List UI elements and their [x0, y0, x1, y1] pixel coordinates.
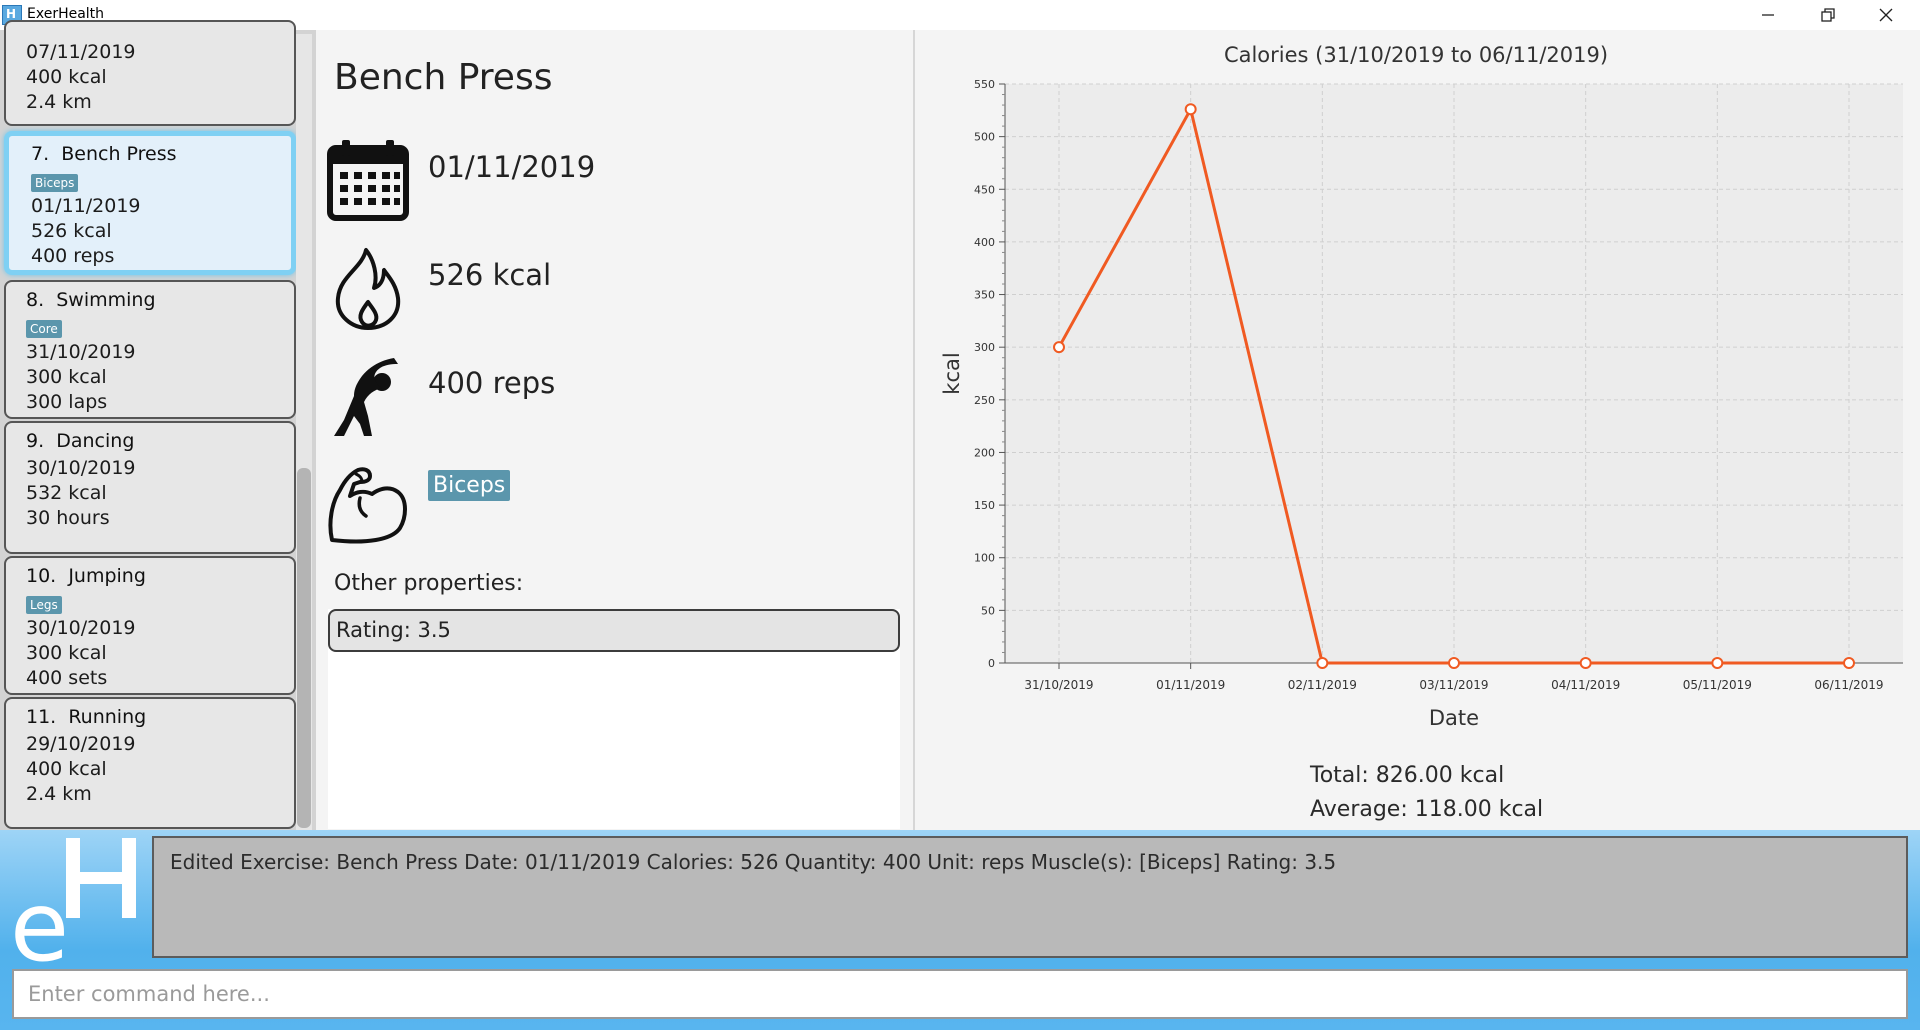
x-tick-label: 05/11/2019	[1683, 678, 1752, 692]
detail-title: Bench Press	[334, 57, 553, 98]
exercise-quantity: 400 reps	[31, 245, 115, 267]
list-item-selected[interactable]: 7. Bench Press Biceps 01/11/2019 526 kca…	[4, 131, 296, 275]
data-point	[1053, 341, 1065, 354]
result-display: Edited Exercise: Bench Press Date: 01/11…	[152, 836, 1908, 958]
exercise-date: 29/10/2019	[26, 733, 136, 755]
list-item[interactable]: 11. Running 29/10/2019 400 kcal 2.4 km	[4, 697, 296, 829]
y-tick-label: 500	[974, 131, 995, 144]
other-properties-label: Other properties:	[334, 571, 524, 596]
x-tick-label: 06/11/2019	[1814, 678, 1883, 692]
x-tick-label: 01/11/2019	[1156, 678, 1225, 692]
muscle-tag: Legs	[26, 596, 62, 614]
exercise-calories: 526 kcal	[31, 220, 112, 242]
flexed-arm-icon	[328, 467, 407, 544]
data-point	[1579, 657, 1592, 669]
y-tick-label: 450	[974, 183, 995, 196]
property-row-rating[interactable]: Rating: 3.5	[328, 609, 900, 652]
exercise-title: 7. Bench Press	[31, 143, 177, 165]
data-point	[1184, 103, 1197, 116]
minimize-button[interactable]	[1740, 0, 1796, 30]
list-scrollbar-thumb[interactable]	[297, 468, 311, 828]
minimize-icon	[1762, 14, 1774, 16]
exercise-title: 10. Jumping	[26, 565, 146, 587]
restore-button[interactable]	[1800, 0, 1856, 30]
exercise-date: 07/11/2019	[26, 41, 136, 63]
data-point	[1316, 657, 1329, 669]
y-tick-label: 50	[981, 604, 995, 617]
y-tick-label: 0	[988, 657, 995, 670]
data-point	[1711, 657, 1724, 669]
restore-icon	[1821, 8, 1835, 22]
x-tick-label: 04/11/2019	[1551, 678, 1620, 692]
exercise-date: 30/10/2019	[26, 617, 136, 639]
x-axis-label: Date	[1429, 706, 1479, 730]
chart-title: Calories (31/10/2019 to 06/11/2019)	[1224, 43, 1608, 67]
calories-line-chart: Calories (31/10/2019 to 06/11/2019) 0 50 1…	[940, 43, 1903, 730]
y-axis-ticks: 0 50 100 150 200 250 300 350 400 450 500 550	[974, 78, 1005, 670]
exercise-title: 11. Running	[26, 706, 147, 728]
x-tick-label: 02/11/2019	[1288, 678, 1357, 692]
close-icon	[1879, 8, 1893, 22]
exercise-date: 31/10/2019	[26, 341, 136, 363]
list-item[interactable]: 9. Dancing 30/10/2019 532 kcal 30 hours	[4, 421, 296, 554]
close-button[interactable]	[1858, 0, 1914, 30]
command-input[interactable]	[12, 969, 1908, 1019]
detail-muscle-tag: Biceps	[428, 470, 511, 501]
y-tick-label: 250	[974, 394, 995, 407]
y-tick-label: 150	[974, 499, 995, 512]
calories-average: Average: 118.00 kcal	[1310, 797, 1544, 822]
muscle-tag: Core	[26, 320, 62, 338]
y-tick-label: 300	[974, 341, 995, 354]
exercise-calories: 400 kcal	[26, 66, 107, 88]
y-tick-label: 350	[974, 289, 995, 302]
exercise-calories: 300 kcal	[26, 366, 107, 388]
exercise-date: 01/11/2019	[31, 195, 141, 217]
exercise-quantity: 400 sets	[26, 667, 108, 689]
data-point	[1843, 657, 1855, 669]
y-tick-label: 100	[974, 552, 995, 565]
exercise-title: 8. Swimming	[26, 289, 156, 311]
exercise-quantity: 30 hours	[26, 507, 110, 529]
exercise-date: 30/10/2019	[26, 457, 136, 479]
list-item[interactable]: 07/11/2019 400 kcal 2.4 km	[4, 20, 296, 126]
detail-quantity: 400 reps	[428, 366, 556, 400]
data-point	[1448, 657, 1460, 669]
list-item[interactable]: 10. Jumping Legs 30/10/2019 300 kcal 400…	[4, 556, 296, 695]
exercise-calories: 300 kcal	[26, 642, 107, 664]
y-tick-label: 400	[974, 236, 995, 249]
calories-total: Total: 826.00 kcal	[1310, 763, 1505, 788]
exercise-calories: 532 kcal	[26, 482, 107, 504]
list-item[interactable]: 8. Swimming Core 31/10/2019 300 kcal 300…	[4, 280, 296, 419]
detail-calories: 526 kcal	[428, 258, 552, 292]
muscle-tag: Biceps	[31, 174, 79, 192]
y-tick-label: 200	[974, 446, 995, 459]
flame-icon	[335, 248, 401, 330]
exercise-quantity: 300 laps	[26, 391, 108, 413]
logo-letter: e	[10, 871, 69, 962]
exercise-calories: 400 kcal	[26, 758, 107, 780]
calendar-icon	[327, 140, 409, 221]
y-tick-label: 550	[974, 78, 995, 91]
exercise-person-icon	[334, 358, 398, 436]
x-tick-label: 31/10/2019	[1024, 678, 1093, 692]
exercise-title: 9. Dancing	[26, 430, 135, 452]
detail-date: 01/11/2019	[428, 150, 596, 184]
exerhealth-logo: e	[10, 838, 136, 962]
exercise-quantity: 2.4 km	[26, 91, 92, 113]
exercise-quantity: 2.4 km	[26, 783, 92, 805]
y-axis-label: kcal	[940, 352, 964, 394]
x-tick-label: 03/11/2019	[1419, 678, 1488, 692]
